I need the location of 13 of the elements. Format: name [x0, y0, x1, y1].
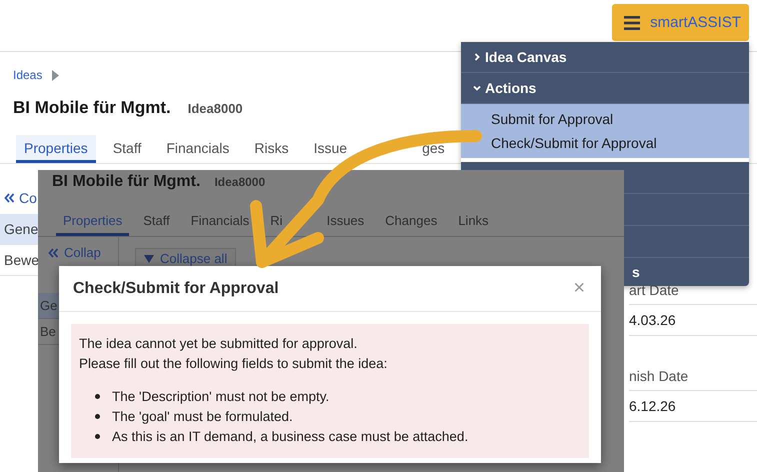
field-label: nish Date [629, 366, 757, 391]
list-item-text: As this is an IT demand, a business case must be attached. [112, 428, 468, 444]
alert-text: The idea cannot yet be submitted for approval. [79, 335, 358, 353]
page-title: BI Mobile für Mgmt. [52, 173, 200, 191]
field-value: 4.03.26 [629, 305, 757, 336]
dialog-title: Check/Submit for Approval [73, 280, 279, 298]
field-value: 6.12.26 [629, 391, 757, 422]
alert-text: Please fill out the following fields to submit the idea: [79, 355, 388, 373]
idea-id: Idea8000 [188, 101, 243, 116]
list-item-text: The 'Description' must not be empty. [112, 388, 330, 404]
idea-id: Idea8000 [214, 175, 266, 189]
page-title: BI Mobile für Mgmt. [13, 98, 171, 118]
list-item-text: The 'goal' must be formulated. [112, 408, 293, 424]
